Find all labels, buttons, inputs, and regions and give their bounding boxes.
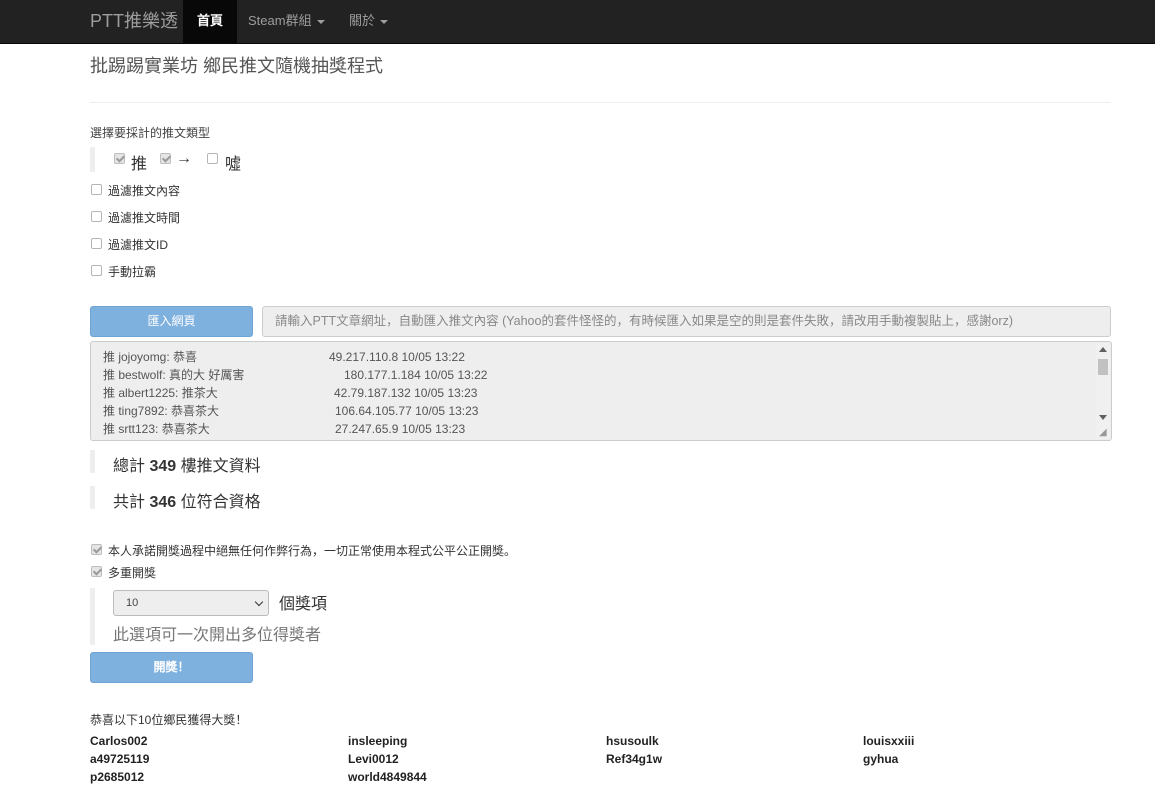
- push-type-push-checkbox[interactable]: [114, 153, 125, 164]
- filter-content-checkbox[interactable]: [91, 184, 102, 195]
- scroll-up-icon[interactable]: [1099, 347, 1107, 352]
- push-type-arrow-label: →: [176, 150, 192, 167]
- prize-unit-label: 個獎項: [279, 596, 328, 613]
- winner-name: louisxxiii: [863, 734, 915, 748]
- winner-name: insleeping: [348, 734, 408, 748]
- filter-time-label: 過濾推文時間: [108, 211, 181, 225]
- winner-name: world4849844: [348, 770, 427, 784]
- winner-name: Levi0012: [348, 752, 399, 766]
- multi-draw-checkbox[interactable]: [91, 566, 102, 577]
- push-type-push-label: 推: [131, 156, 148, 173]
- top-navbar: PTT推樂透 首頁 Steam群組 關於: [0, 0, 1155, 44]
- brand-link[interactable]: PTT推樂透: [90, 0, 178, 44]
- scroll-down-icon[interactable]: [1099, 415, 1107, 420]
- winner-name: gyhua: [863, 752, 899, 766]
- eligible-stat: 共計 346 位符合資格: [113, 488, 261, 512]
- textarea-scrollbar[interactable]: [1096, 343, 1110, 439]
- nav-steam-group-dropdown[interactable]: Steam群組: [234, 0, 339, 44]
- import-page-button[interactable]: 匯入網頁: [90, 306, 253, 337]
- push-line-meta: 27.247.65.9 10/05 13:23: [335, 422, 466, 436]
- article-url-input[interactable]: 請輸入PTT文章網址，自動匯入推文內容 (Yahoo的套件怪怪的，有時候匯入如果…: [262, 306, 1111, 337]
- winner-name: a49725119: [90, 752, 150, 766]
- chevron-down-icon: [254, 597, 264, 607]
- winner-name: Ref34g1w: [606, 752, 663, 766]
- nav-about-label: 關於: [349, 13, 376, 28]
- winner-name: hsusoulk: [606, 734, 659, 748]
- push-line-meta: 180.177.1.184 10/05 13:22: [344, 368, 488, 382]
- nav-steam-label: Steam群組: [248, 13, 312, 28]
- page-title: 批踢踢實業坊 鄉民推文隨機抽獎程式: [90, 56, 383, 76]
- push-line-meta: 42.79.187.132 10/05 13:23: [334, 386, 478, 400]
- winner-name: p2685012: [90, 770, 145, 784]
- divider: [90, 102, 1111, 103]
- total-prefix: 總計: [113, 458, 146, 475]
- push-content-textarea[interactable]: 推 jojoyomg: 恭喜 49.217.110.8 10/05 13:22 …: [90, 341, 1112, 441]
- total-suffix: 樓推文資料: [180, 458, 261, 475]
- filter-time-checkbox[interactable]: [91, 211, 102, 222]
- winners-title: 恭喜以下10位鄉民獲得大獎！: [90, 713, 248, 727]
- total-push-stat: 總計 349 樓推文資料: [113, 452, 261, 476]
- push-line-text: 推 albert1225: 推茶大: [103, 386, 218, 400]
- push-type-arrow-checkbox[interactable]: [160, 153, 171, 164]
- resize-grip-icon[interactable]: ◢: [1099, 428, 1109, 438]
- push-line-meta: 106.64.105.77 10/05 13:23: [335, 404, 479, 418]
- quote-bar: [90, 486, 95, 509]
- total-count: 349: [149, 458, 177, 475]
- push-line-meta: 49.217.110.8 10/05 13:22: [329, 350, 465, 364]
- push-type-boo-label: 噓: [225, 156, 242, 173]
- push-line-text: 推 jojoyomg: 恭喜: [103, 350, 198, 364]
- nav-about-dropdown[interactable]: 關於: [335, 0, 402, 44]
- quote-bar: [90, 588, 95, 645]
- prize-count-select[interactable]: 10: [113, 590, 269, 616]
- eligible-suffix: 位符合資格: [180, 494, 261, 511]
- push-line-text: 推 srtt123: 恭喜茶大: [103, 422, 210, 436]
- filter-content-label: 過濾推文內容: [108, 184, 181, 198]
- filter-id-label: 過濾推文ID: [108, 238, 169, 252]
- promise-checkbox[interactable]: [91, 544, 102, 555]
- push-line-text: 推 ting7892: 恭喜茶大: [103, 404, 220, 418]
- nav-home[interactable]: 首頁: [183, 0, 238, 44]
- manual-slot-checkbox[interactable]: [91, 265, 102, 276]
- eligible-count: 346: [149, 494, 177, 511]
- push-type-heading: 選擇要採計的推文類型: [90, 126, 211, 140]
- draw-button[interactable]: 開獎！: [90, 652, 253, 683]
- promise-label: 本人承諾開獎過程中絕無任何作弊行為，一切正常使用本程式公平公正開獎。: [108, 544, 517, 558]
- quote-bar: [90, 450, 95, 473]
- winner-name: Carlos002: [90, 734, 148, 748]
- multi-draw-label: 多重開獎: [108, 566, 157, 580]
- eligible-prefix: 共計: [113, 494, 146, 511]
- manual-slot-label: 手動拉霸: [108, 265, 157, 279]
- caret-down-icon: [316, 19, 325, 24]
- nav-home-label: 首頁: [197, 13, 224, 28]
- push-line-text: 推 bestwolf: 真的大 好厲害: [103, 368, 245, 382]
- filter-id-checkbox[interactable]: [91, 238, 102, 249]
- quote-bar: [90, 147, 95, 172]
- prize-count-value: 10: [126, 597, 139, 609]
- scroll-thumb[interactable]: [1098, 359, 1108, 375]
- prize-hint: 此選項可一次開出多位得獎者: [113, 627, 322, 644]
- push-type-boo-checkbox[interactable]: [207, 153, 218, 164]
- caret-down-icon: [380, 19, 389, 24]
